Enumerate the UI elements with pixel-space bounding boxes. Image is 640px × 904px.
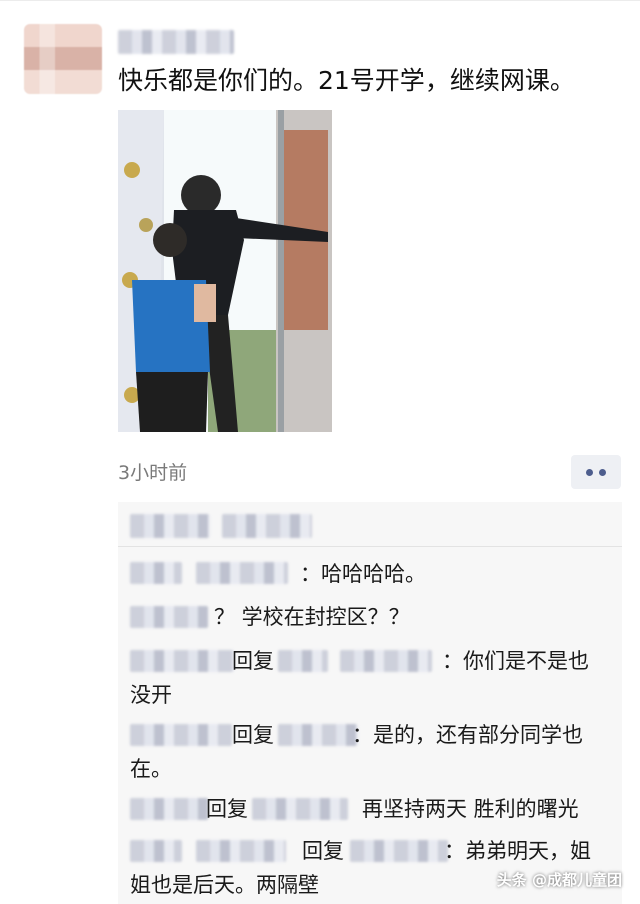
comment-text: ：你们是不是也 <box>442 649 589 673</box>
comment-text-continued: 在。 <box>130 757 172 781</box>
commenter-name-blurred[interactable] <box>130 650 234 672</box>
comments-panel: ：哈哈哈哈。 ？ 学校在封控区？？ 回复 ：你们是不是也 没开 回复 ：是的，还… <box>118 502 622 904</box>
like-name-blurred[interactable] <box>222 514 312 538</box>
reply-target-blurred[interactable] <box>252 798 348 820</box>
comment-text: ：弟弟明天，姐 <box>444 839 591 863</box>
commenter-name-blurred[interactable] <box>130 840 182 862</box>
comment-text-continued: 没开 <box>130 683 172 707</box>
commenter-name-blurred[interactable] <box>130 798 208 820</box>
more-dot-icon <box>599 468 606 476</box>
post-text: 快乐都是你们的。21号开学，继续网课。 <box>118 66 575 95</box>
reply-target-blurred[interactable] <box>278 650 328 672</box>
reply-label: 回复 <box>232 649 274 673</box>
comment-text: ：是的，还有部分同学也 <box>352 723 583 747</box>
comment-text-continued: 姐也是后天。两隔壁 <box>130 873 319 897</box>
comment-text: ？ 学校在封控区？？ <box>214 605 410 629</box>
comment-text: ：哈哈哈哈。 <box>300 562 426 586</box>
source-watermark: 头条 @成都儿童团 <box>496 871 622 889</box>
more-dot-icon <box>586 468 593 476</box>
comment-text: 再坚持两天 胜利的曙光 <box>362 797 579 821</box>
reply-target-blurred[interactable] <box>350 840 448 862</box>
reply-label: 回复 <box>232 723 274 747</box>
like-name-blurred[interactable] <box>130 514 210 538</box>
post-time: 3小时前 <box>118 462 188 484</box>
commenter-name-blurred[interactable] <box>196 562 288 584</box>
more-actions-button[interactable] <box>571 455 621 489</box>
post-photo[interactable] <box>118 110 332 432</box>
author-name-blurred[interactable] <box>118 30 234 54</box>
top-divider <box>0 0 640 1</box>
likes-divider <box>118 546 622 547</box>
commenter-name-blurred[interactable] <box>130 562 182 584</box>
commenter-name-blurred[interactable] <box>130 724 232 746</box>
reply-label: 回复 <box>302 839 344 863</box>
commenter-name-blurred[interactable] <box>130 606 208 628</box>
commenter-name-blurred[interactable] <box>196 840 286 862</box>
reply-target-blurred[interactable] <box>278 724 358 746</box>
reply-target-blurred[interactable] <box>340 650 432 672</box>
reply-label: 回复 <box>206 797 248 821</box>
author-avatar[interactable] <box>24 24 102 94</box>
